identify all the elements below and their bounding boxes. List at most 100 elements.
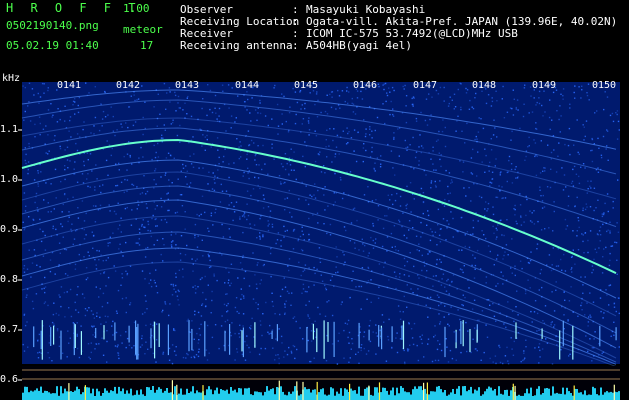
noise-pixel <box>564 299 566 301</box>
noise-pixel <box>107 245 109 247</box>
noise-pixel <box>51 321 54 324</box>
strip-bar <box>188 393 190 400</box>
noise-pixel <box>465 195 467 197</box>
noise-pixel <box>502 85 504 88</box>
noise-pixel <box>136 208 138 210</box>
noise-pixel <box>601 213 603 215</box>
noise-pixel <box>142 219 144 221</box>
noise-pixel <box>583 126 585 128</box>
noise-pixel <box>448 200 450 202</box>
noise-pixel <box>254 274 256 276</box>
noise-pixel <box>325 146 327 148</box>
noise-pixel <box>476 349 478 352</box>
noise-pixel <box>267 124 269 127</box>
noise-pixel <box>91 326 94 328</box>
strip-bar <box>592 386 594 400</box>
noise-pixel <box>533 223 536 225</box>
noise-pixel <box>390 232 393 235</box>
noise-pixel <box>448 102 450 105</box>
noise-pixel <box>606 96 609 98</box>
noise-pixel <box>422 192 425 194</box>
noise-pixel <box>128 344 131 346</box>
noise-pixel <box>313 357 315 359</box>
noise-pixel <box>150 279 152 281</box>
noise-pixel <box>447 361 450 363</box>
noise-pixel <box>605 148 607 150</box>
noise-pixel <box>76 149 79 152</box>
noise-pixel <box>359 331 361 333</box>
noise-pixel <box>168 87 171 89</box>
strip-bar <box>34 390 36 400</box>
noise-pixel <box>369 128 371 130</box>
noise-pixel <box>138 157 140 159</box>
noise-pixel <box>374 162 376 164</box>
noise-pixel <box>231 87 233 89</box>
noise-pixel <box>375 332 377 334</box>
noise-pixel <box>552 91 555 94</box>
noise-pixel <box>33 249 36 251</box>
noise-pixel <box>542 194 544 197</box>
noise-pixel <box>290 169 293 171</box>
noise-pixel <box>362 147 365 149</box>
noise-pixel <box>58 345 61 347</box>
noise-pixel <box>481 310 484 312</box>
noise-pixel <box>602 223 604 226</box>
noise-pixel <box>474 97 476 99</box>
strip-bar <box>226 389 228 400</box>
noise-pixel <box>113 210 116 213</box>
noise-pixel <box>76 347 79 350</box>
noise-pixel <box>416 344 418 347</box>
noise-pixel <box>125 122 127 124</box>
noise-pixel <box>177 95 180 98</box>
noise-pixel <box>510 168 513 171</box>
noise-pixel <box>147 229 149 232</box>
noise-pixel <box>438 296 440 298</box>
noise-pixel <box>441 130 444 133</box>
noise-pixel <box>163 124 165 126</box>
noise-pixel <box>301 292 303 294</box>
noise-pixel <box>512 89 514 91</box>
noise-pixel <box>538 346 540 348</box>
noise-pixel <box>398 155 400 157</box>
noise-pixel <box>505 326 507 329</box>
noise-pixel <box>369 319 371 322</box>
noise-pixel <box>489 357 491 360</box>
strip-bar <box>58 395 60 400</box>
noise-pixel <box>293 169 295 171</box>
noise-pixel <box>435 186 437 188</box>
noise-pixel <box>137 242 139 244</box>
noise-pixel <box>551 291 553 293</box>
noise-pixel <box>182 163 184 166</box>
noise-pixel <box>442 218 445 220</box>
noise-pixel <box>125 270 127 272</box>
strip-bar <box>88 387 90 400</box>
noise-pixel <box>580 276 582 278</box>
noise-pixel <box>94 348 96 350</box>
strip-bar <box>618 391 620 400</box>
noise-pixel <box>477 220 479 222</box>
strip-bar <box>228 393 230 400</box>
strip-bar <box>140 389 142 400</box>
noise-pixel <box>262 194 265 196</box>
noise-pixel <box>156 239 159 241</box>
noise-pixel <box>553 201 555 203</box>
noise-pixel <box>77 104 79 107</box>
noise-pixel <box>553 149 555 151</box>
noise-pixel <box>32 307 35 310</box>
noise-pixel <box>246 344 248 346</box>
strip-bar <box>310 392 312 400</box>
strip-bar <box>254 391 256 400</box>
noise-pixel <box>87 185 89 188</box>
noise-pixel <box>163 82 166 85</box>
noise-pixel <box>536 101 538 104</box>
noise-pixel <box>583 252 585 254</box>
noise-pixel <box>53 302 55 304</box>
noise-pixel <box>596 233 599 235</box>
noise-pixel <box>301 226 303 228</box>
noise-pixel <box>22 221 24 223</box>
noise-pixel <box>204 136 206 138</box>
noise-pixel <box>354 113 357 115</box>
noise-pixel <box>117 344 119 346</box>
noise-pixel <box>356 219 358 222</box>
noise-pixel <box>226 293 228 295</box>
